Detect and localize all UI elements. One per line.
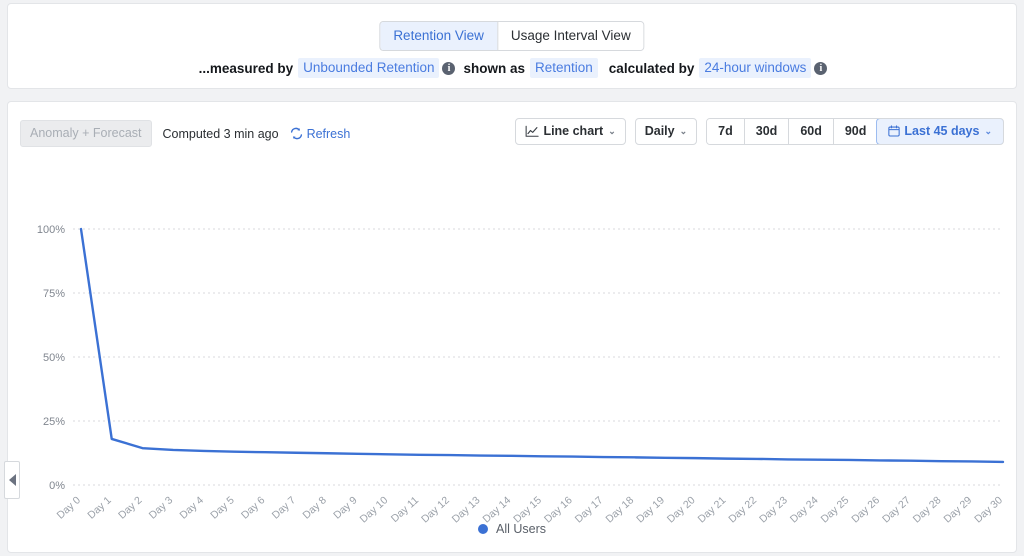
x-axis-tick-label: Day 7 [270, 494, 299, 521]
x-axis-tick-label: Day 25 [819, 494, 852, 525]
retention-chart-page: Retention View Usage Interval View ...me… [0, 0, 1024, 556]
chart-svg: 0%25%50%75%100% Day 0Day 1Day 2Day 3Day … [8, 162, 1016, 552]
x-axis-tick-label: Day 5 [208, 494, 237, 521]
chevron-left-icon [9, 474, 16, 486]
x-axis-tick-label: Day 6 [239, 494, 268, 521]
chart-gridlines [73, 229, 1003, 485]
line-chart-icon [525, 125, 539, 138]
x-axis-tick-label: Day 30 [972, 494, 1005, 525]
x-axis-tick-label: Day 4 [178, 494, 207, 521]
x-axis-tick-label: Day 29 [942, 494, 975, 525]
shown-as-value[interactable]: Retention [530, 58, 598, 78]
x-axis-tick-label: Day 23 [757, 494, 790, 525]
chart-type-label: Line chart [543, 124, 603, 138]
x-axis-tick-label: Day 20 [665, 494, 698, 525]
range-button-90d[interactable]: 90d [833, 119, 878, 144]
tab-usage-interval-view[interactable]: Usage Interval View [497, 22, 644, 50]
range-button-7d[interactable]: 7d [707, 119, 744, 144]
x-axis-tick-label: Day 17 [573, 494, 606, 525]
tab-retention-view[interactable]: Retention View [380, 22, 497, 50]
x-axis-tick-label: Day 22 [726, 494, 759, 525]
shown-as-label: shown as [458, 61, 530, 76]
x-axis-tick-label: Day 21 [696, 494, 729, 525]
quick-range-group[interactable]: 7d 30d 60d 90d Last 45 days ⌄ [706, 118, 1004, 145]
chart-toolbar-left: Anomaly + Forecast Computed 3 min ago Re… [20, 120, 350, 147]
x-axis-tick-label: Day 10 [358, 494, 391, 525]
x-axis-tick-label: Day 9 [331, 494, 360, 521]
legend-color-swatch [478, 524, 488, 534]
range-button-30d[interactable]: 30d [744, 119, 789, 144]
x-axis-tick-label: Day 26 [849, 494, 882, 525]
y-axis-tick-label: 0% [49, 480, 65, 492]
measurement-sentence: ...measured by Unbounded Retention i sho… [8, 58, 1016, 78]
chart-x-axis: Day 0Day 1Day 2Day 3Day 4Day 5Day 6Day 7… [55, 494, 1006, 525]
granularity-label: Daily [645, 124, 675, 138]
x-axis-tick-label: Day 19 [634, 494, 667, 525]
view-mode-toggle[interactable]: Retention View Usage Interval View [379, 21, 644, 51]
refresh-label: Refresh [307, 127, 351, 141]
date-range-picker[interactable]: Last 45 days ⌄ [876, 118, 1004, 145]
computed-timestamp: Computed 3 min ago [163, 127, 279, 141]
calculated-by-value[interactable]: 24-hour windows [699, 58, 811, 78]
info-icon-measured-by[interactable]: i [442, 62, 455, 75]
anomaly-forecast-button[interactable]: Anomaly + Forecast [20, 120, 152, 147]
x-axis-tick-label: Day 2 [116, 494, 145, 521]
x-axis-tick-label: Day 11 [389, 494, 421, 525]
x-axis-tick-label: Day 0 [55, 494, 84, 521]
x-axis-tick-label: Day 15 [511, 494, 544, 525]
chart-legend[interactable]: All Users [8, 522, 1016, 536]
retention-line-chart[interactable]: 0%25%50%75%100% Day 0Day 1Day 2Day 3Day … [8, 162, 1016, 552]
refresh-button[interactable]: Refresh [290, 127, 351, 141]
granularity-selector[interactable]: Daily ⌄ [635, 118, 697, 145]
chart-type-selector[interactable]: Line chart ⌄ [515, 118, 625, 145]
series-line-all-users[interactable] [81, 229, 1003, 462]
chevron-down-icon: ⌄ [680, 124, 688, 138]
y-axis-tick-label: 50% [43, 352, 65, 364]
measured-by-value[interactable]: Unbounded Retention [298, 58, 439, 78]
y-axis-tick-label: 25% [43, 416, 65, 428]
calculated-by-label: calculated by [604, 61, 700, 76]
range-button-60d[interactable]: 60d [788, 119, 833, 144]
chevron-down-icon: ⌄ [984, 124, 992, 138]
x-axis-tick-label: Day 3 [147, 494, 176, 521]
chart-card: Anomaly + Forecast Computed 3 min ago Re… [7, 101, 1017, 553]
x-axis-tick-label: Day 18 [603, 494, 636, 525]
chart-y-axis: 0% 25% 50% 75% 100% [37, 224, 65, 492]
x-axis-tick-label: Day 16 [542, 494, 575, 525]
x-axis-tick-label: Day 8 [300, 494, 329, 521]
info-icon-calculated-by[interactable]: i [814, 62, 827, 75]
chart-series-group [81, 229, 1003, 462]
x-axis-tick-label: Day 14 [481, 494, 514, 525]
calendar-icon [888, 125, 900, 137]
sidebar-collapse-handle[interactable] [4, 461, 20, 499]
x-axis-tick-label: Day 28 [911, 494, 944, 525]
chevron-down-icon: ⌄ [608, 124, 616, 138]
date-range-label: Last 45 days [904, 124, 979, 138]
chart-toolbar-right: Line chart ⌄ Daily ⌄ 7d 30d 60d 90d [515, 118, 1004, 145]
legend-item-all-users[interactable]: All Users [496, 522, 546, 536]
x-axis-tick-label: Day 12 [419, 494, 452, 525]
query-definition-card: Retention View Usage Interval View ...me… [7, 3, 1017, 89]
y-axis-tick-label: 100% [37, 224, 65, 236]
x-axis-tick-label: Day 1 [85, 494, 114, 521]
y-axis-tick-label: 75% [43, 288, 65, 300]
x-axis-tick-label: Day 27 [880, 494, 913, 525]
refresh-icon [290, 127, 303, 140]
measured-by-label: ...measured by [194, 61, 299, 76]
x-axis-tick-label: Day 13 [450, 494, 483, 525]
x-axis-tick-label: Day 24 [788, 494, 821, 525]
